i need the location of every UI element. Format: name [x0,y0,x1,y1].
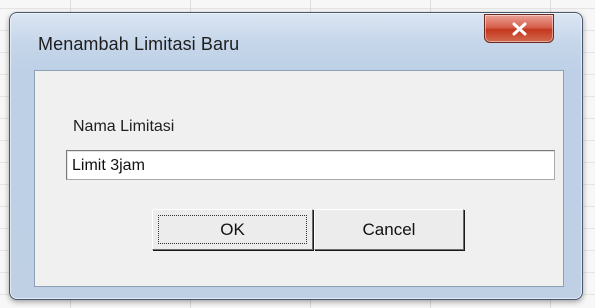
cancel-button[interactable]: Cancel [314,209,464,250]
field-label: Nama Limitasi [73,118,175,135]
title-bar[interactable]: Menambah Limitasi Baru [10,13,582,69]
close-icon [512,22,527,36]
limitation-name-input[interactable] [66,150,555,180]
new-limitation-dialog: Menambah Limitasi Baru Nama Limitasi OK … [9,12,583,300]
dialog-content: Nama Limitasi OK Cancel [34,70,564,287]
cancel-button-label: Cancel [362,219,416,239]
ok-button[interactable]: OK [152,209,313,250]
ok-button-label: OK [220,219,245,239]
dialog-title: Menambah Limitasi Baru [38,34,240,54]
close-button[interactable] [484,14,554,43]
